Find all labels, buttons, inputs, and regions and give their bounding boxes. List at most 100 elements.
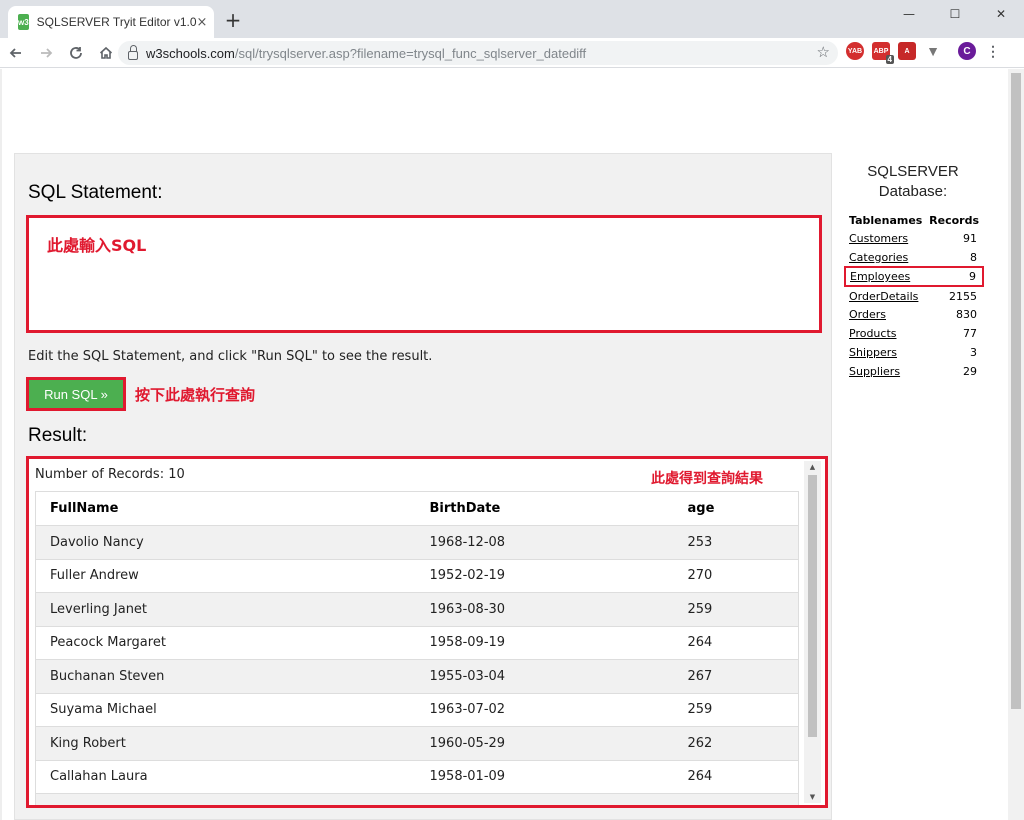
db-link-shippers[interactable]: Shippers [849,346,897,359]
db-link-suppliers[interactable]: Suppliers [849,365,900,378]
cell-age: 259 [673,592,799,627]
db-row-shippers: Shippers 3 [845,343,983,362]
table-row: Suyama Michael 1963-07-02 259 [35,693,799,727]
result-heading: Result: [28,425,88,446]
db-records-suppliers: 29 [963,365,977,378]
records-count: Number of Records: 10 [35,467,185,482]
column-header-fullname: FullName [35,491,416,526]
editor-instructions: Edit the SQL Statement, and click "Run S… [28,349,433,364]
cell-fullname: King Robert [35,726,416,761]
tab-title: SQLSERVER Tryit Editor v1.0 [36,15,197,29]
run-button-highlight: Run SQL » [26,377,126,411]
browser-titlebar: w3 SQLSERVER Tryit Editor v1.0 × + — ☐ ✕ [0,0,1024,38]
cell-fullname: Callahan Laura [35,760,416,794]
address-bar[interactable]: w3schools.com /sql/trysqlserver.asp?file… [118,41,838,65]
adblock-badge: 4 [885,55,894,64]
table-row: Fuller Andrew 1952-02-19 270 [35,559,799,593]
url-host: w3schools.com [146,45,235,61]
star-icon[interactable]: ☆ [817,43,830,61]
url-path: /sql/trysqlserver.asp?filename=trysql_fu… [234,45,587,61]
minimize-button[interactable]: — [886,0,932,28]
column-header-birthdate: BirthDate [415,491,674,526]
scroll-up-arrow-icon[interactable]: ▲ [804,461,821,473]
lock-icon [128,44,138,60]
w3schools-favicon-icon: w3 [18,14,29,30]
cell-age: 270 [673,559,799,593]
table-row: Davolio Nancy 1968-12-08 253 [35,525,799,560]
maximize-button[interactable]: ☐ [932,0,978,28]
database-tables-list: Tablenames Records Customers 91 Categori… [844,211,985,381]
vee-extension-icon[interactable]: ▼ [924,42,942,60]
yab-extension-icon[interactable]: YAB [846,42,864,60]
window-controls: — ☐ ✕ [886,0,1024,28]
cell-age: 264 [673,760,799,794]
result-scroll-thumb[interactable] [808,475,817,737]
cell-age: 267 [673,659,799,694]
cell-fullname: Peacock Margaret [35,626,416,660]
adblock-extension-icon[interactable]: ABP 4 [872,42,894,64]
cell-birthdate: 1963-08-30 [415,592,674,627]
db-row-orders: Orders 830 [845,305,983,324]
home-icon[interactable] [92,39,120,67]
browser-tab[interactable]: w3 SQLSERVER Tryit Editor v1.0 × [8,6,214,38]
db-link-categories[interactable]: Categories [849,251,908,264]
arrow-left-icon[interactable] [2,39,30,67]
db-records-categories: 8 [970,250,977,264]
adblock-label: ABP [873,47,889,55]
sql-statement-heading: SQL Statement: [28,182,163,203]
browser-toolbar: w3schools.com /sql/trysqlserver.asp?file… [0,38,1024,68]
db-link-orders[interactable]: Orders [849,308,886,321]
db-header-records: Records [929,213,979,227]
result-annotation: 此處得到查詢結果 [651,471,763,487]
page-scrollbar[interactable] [1008,69,1024,820]
db-link-customers[interactable]: Customers [849,232,908,245]
cell-birthdate: 1958-01-09 [415,760,674,794]
result-header-row: FullName BirthDate age [35,491,799,526]
arrow-right-icon[interactable] [32,39,60,67]
cell-fullname: Leverling Janet [35,592,416,627]
db-link-employees[interactable]: Employees [850,270,910,283]
db-header-tablenames: Tablenames [849,213,923,227]
db-records-products: 77 [963,327,977,340]
cell-fullname: Davolio Nancy [35,525,416,560]
run-sql-button[interactable]: Run SQL » [29,380,123,408]
cell-birthdate: 1963-07-02 [415,693,674,727]
sql-input-annotation: 此處輸入SQL [47,236,147,255]
table-row [35,793,799,805]
db-header-row: Tablenames Records [845,211,983,229]
cell-fullname: Fuller Andrew [35,559,416,593]
scroll-down-arrow-icon[interactable]: ▼ [804,791,821,803]
cell-age: 259 [673,693,799,727]
close-window-button[interactable]: ✕ [978,0,1024,28]
result-table: FullName BirthDate age Davolio Nancy 196… [35,491,799,805]
reload-icon[interactable] [62,39,90,67]
sql-input-area[interactable]: 此處輸入SQL [26,215,822,333]
cell-age: 262 [673,726,799,761]
tab-close-icon[interactable]: × [197,15,208,30]
cell-birthdate: 1952-02-19 [415,559,674,593]
cell-birthdate: 1955-03-04 [415,659,674,694]
page-scroll-thumb[interactable] [1011,73,1021,709]
column-header-age: age [673,491,799,526]
database-title-line1: SQLSERVER [867,163,959,180]
cell-age [673,793,799,805]
pdf-extension-icon[interactable]: A [898,42,916,60]
cell-fullname [35,793,416,805]
cell-birthdate: 1958-09-19 [415,626,674,660]
profile-avatar[interactable]: C [958,42,976,60]
db-records-customers: 91 [963,232,977,245]
new-tab-button[interactable]: + [222,10,244,32]
db-row-categories: Categories 8 [845,248,983,267]
cell-birthdate: 1968-12-08 [415,525,674,560]
db-row-employees: Employees 9 [844,266,985,287]
result-panel: Number of Records: 10 此處得到查詢結果 FullName … [26,456,828,808]
table-row: Peacock Margaret 1958-09-19 264 [35,626,799,660]
browser-menu-icon[interactable]: ⋮ [984,42,1002,60]
db-records-orderdetails: 2155 [949,289,977,303]
result-scrollbar[interactable]: ▲ ▼ [804,461,821,803]
database-title: SQLSERVER Database: [838,162,988,202]
extensions-area: YAB ABP 4 A ▼ C ⋮ [846,42,1002,64]
db-link-orderdetails[interactable]: OrderDetails [849,290,918,303]
cell-birthdate: 1960-05-29 [415,726,674,761]
db-link-products[interactable]: Products [849,327,897,340]
